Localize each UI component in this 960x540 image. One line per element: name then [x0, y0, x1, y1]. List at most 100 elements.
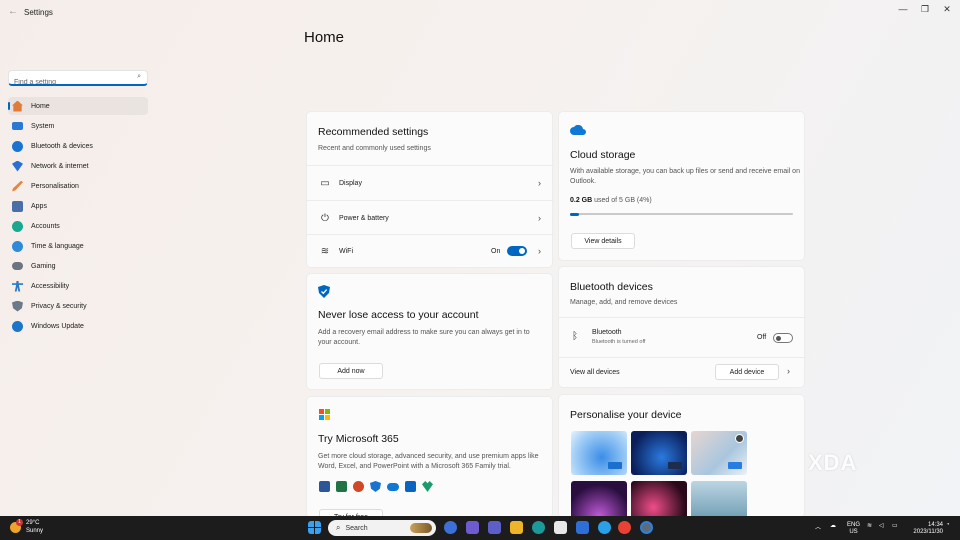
theme-thumbnail-captured-motion[interactable] — [631, 481, 687, 517]
clock-time: 14:34 — [927, 522, 943, 528]
battery-icon[interactable]: ▭ — [892, 522, 898, 529]
volume-icon[interactable]: ◁ — [879, 522, 884, 529]
bluetooth-device-status: Bluetooth is turned off — [592, 339, 646, 345]
watermark-logo: XDA — [808, 450, 858, 475]
wifi-toggle[interactable] — [507, 246, 527, 256]
close-button[interactable]: ✕ — [937, 4, 957, 15]
sidebar-item-system[interactable]: System — [8, 117, 148, 135]
chrome-icon[interactable] — [618, 521, 631, 534]
view-details-button[interactable]: View details — [571, 233, 635, 249]
theme-thumbnail-dark[interactable] — [631, 431, 687, 475]
bluetooth-title: Bluetooth devices — [570, 281, 653, 293]
notification-icon[interactable]: ◔ — [946, 522, 950, 528]
language-code: ENG — [847, 522, 861, 528]
account-title: Never lose access to your account — [318, 309, 479, 321]
maximize-button[interactable]: ❐ — [915, 4, 935, 15]
theme-thumbnail-sunrise[interactable] — [691, 481, 747, 517]
sidebar-item-bluetooth[interactable]: Bluetooth & devices — [8, 137, 148, 155]
family-safety-icon — [422, 481, 433, 492]
add-device-button[interactable]: Add device — [715, 364, 779, 380]
account-card: Never lose access to your account Add a … — [306, 273, 553, 390]
sidebar-item-accessibility[interactable]: Accessibility — [8, 277, 148, 295]
file-explorer-icon[interactable] — [510, 521, 523, 534]
edge-icon[interactable] — [532, 521, 545, 534]
minimize-button[interactable]: — — [893, 4, 913, 14]
cloud-storage-card: Cloud storage With available storage, yo… — [558, 111, 805, 261]
display-label: Display — [339, 179, 362, 187]
search-icon[interactable]: ⌕ — [137, 73, 141, 81]
bluetooth-devices-card: Bluetooth devices Manage, add, and remov… — [558, 266, 806, 388]
m365-app-icons — [319, 481, 433, 492]
sidebar-item-accounts[interactable]: Accounts — [8, 217, 148, 235]
store-icon[interactable] — [554, 521, 567, 534]
task-view-icon[interactable] — [444, 521, 457, 534]
theme-thumbnail-light[interactable] — [571, 431, 627, 475]
bluetooth-state-label: Off — [757, 334, 767, 341]
sun-icon: 1 — [10, 519, 23, 533]
page-title: Home — [304, 29, 345, 46]
home-icon — [12, 100, 23, 112]
region-code: US — [849, 529, 858, 535]
chevron-right-icon[interactable]: › — [787, 366, 790, 376]
back-arrow-icon[interactable]: ← — [8, 6, 18, 17]
account-description: Add a recovery email address to make sur… — [318, 329, 530, 346]
wifi-tray-icon[interactable]: ≋ — [867, 522, 872, 529]
sidebar-item-windows-update[interactable]: Windows Update — [8, 317, 148, 335]
time-icon — [12, 240, 23, 252]
app-title: Settings — [24, 8, 53, 17]
sidebar-item-privacy[interactable]: Privacy & security — [8, 297, 148, 315]
microsoft-logo-icon — [319, 409, 330, 420]
weather-text: 29°C Sunny — [26, 520, 43, 535]
weather-temp: 29°C — [26, 520, 40, 526]
sidebar-item-label: Network & internet — [31, 162, 89, 170]
language-indicator[interactable]: ENG US — [847, 522, 860, 536]
clock-date: 2023/11/30 — [913, 529, 943, 535]
notification-badge: 1 — [16, 519, 23, 526]
taskbar-search[interactable]: ⌕ Search — [328, 520, 436, 536]
theme-thumbnail-glow[interactable] — [571, 481, 627, 517]
chevron-up-icon[interactable]: ︿ — [815, 522, 821, 531]
personalise-title: Personalise your device — [570, 409, 682, 421]
sidebar-item-home[interactable]: Home — [8, 97, 148, 115]
power-label: Power & battery — [339, 214, 389, 222]
onedrive-tray-icon[interactable]: ☁ — [830, 522, 836, 529]
chevron-right-icon: › — [538, 246, 541, 256]
sidebar-item-label: Gaming — [31, 262, 56, 270]
view-all-devices-link[interactable]: View all devices — [570, 369, 620, 376]
wifi-row[interactable]: ≋ WiFi On › — [307, 234, 553, 268]
bluetooth-device-label: Bluetooth — [592, 329, 622, 336]
defender-icon — [370, 481, 381, 492]
shield-check-icon — [318, 285, 330, 298]
sidebar-item-apps[interactable]: Apps — [8, 197, 148, 215]
power-battery-row[interactable]: ⏻ Power & battery › — [307, 201, 553, 235]
widgets-icon[interactable] — [466, 521, 479, 534]
sidebar-item-gaming[interactable]: Gaming — [8, 257, 148, 275]
search-input[interactable] — [14, 76, 132, 89]
sidebar-nav: Home System Bluetooth & devices Network … — [8, 97, 148, 337]
sidebar-item-network[interactable]: Network & internet — [8, 157, 148, 175]
divider — [559, 357, 806, 358]
storage-usage-text: 0.2 GB used of 5 GB (4%) — [570, 197, 652, 204]
add-now-button[interactable]: Add now — [319, 363, 383, 379]
sidebar-item-time-language[interactable]: Time & language — [8, 237, 148, 255]
search-icon: ⌕ — [336, 523, 341, 532]
theme-thumbnail-flow[interactable] — [691, 431, 747, 475]
wifi-state-label: On — [491, 247, 501, 255]
outlook-icon — [405, 481, 416, 492]
bluetooth-icon — [12, 140, 23, 152]
app-icon[interactable] — [576, 521, 589, 534]
chevron-right-icon: › — [538, 213, 541, 223]
weather-widget[interactable]: 1 29°C Sunny — [10, 519, 43, 535]
settings-gear-icon[interactable] — [640, 521, 653, 534]
teams-icon[interactable] — [488, 521, 501, 534]
sidebar-item-personalisation[interactable]: Personalisation — [8, 177, 148, 195]
app-icon[interactable] — [598, 521, 611, 534]
recommended-title: Recommended settings — [318, 126, 429, 138]
bluetooth-toggle[interactable] — [773, 333, 793, 343]
clock[interactable]: 14:34 2023/11/30 — [907, 522, 943, 536]
title-bar: ← Settings — ❐ ✕ — [0, 0, 960, 24]
start-button-icon[interactable] — [308, 521, 321, 534]
display-row[interactable]: ▭ Display › — [307, 166, 553, 200]
bluetooth-subtitle: Manage, add, and remove devices — [570, 299, 678, 306]
onedrive-icon — [387, 483, 399, 491]
